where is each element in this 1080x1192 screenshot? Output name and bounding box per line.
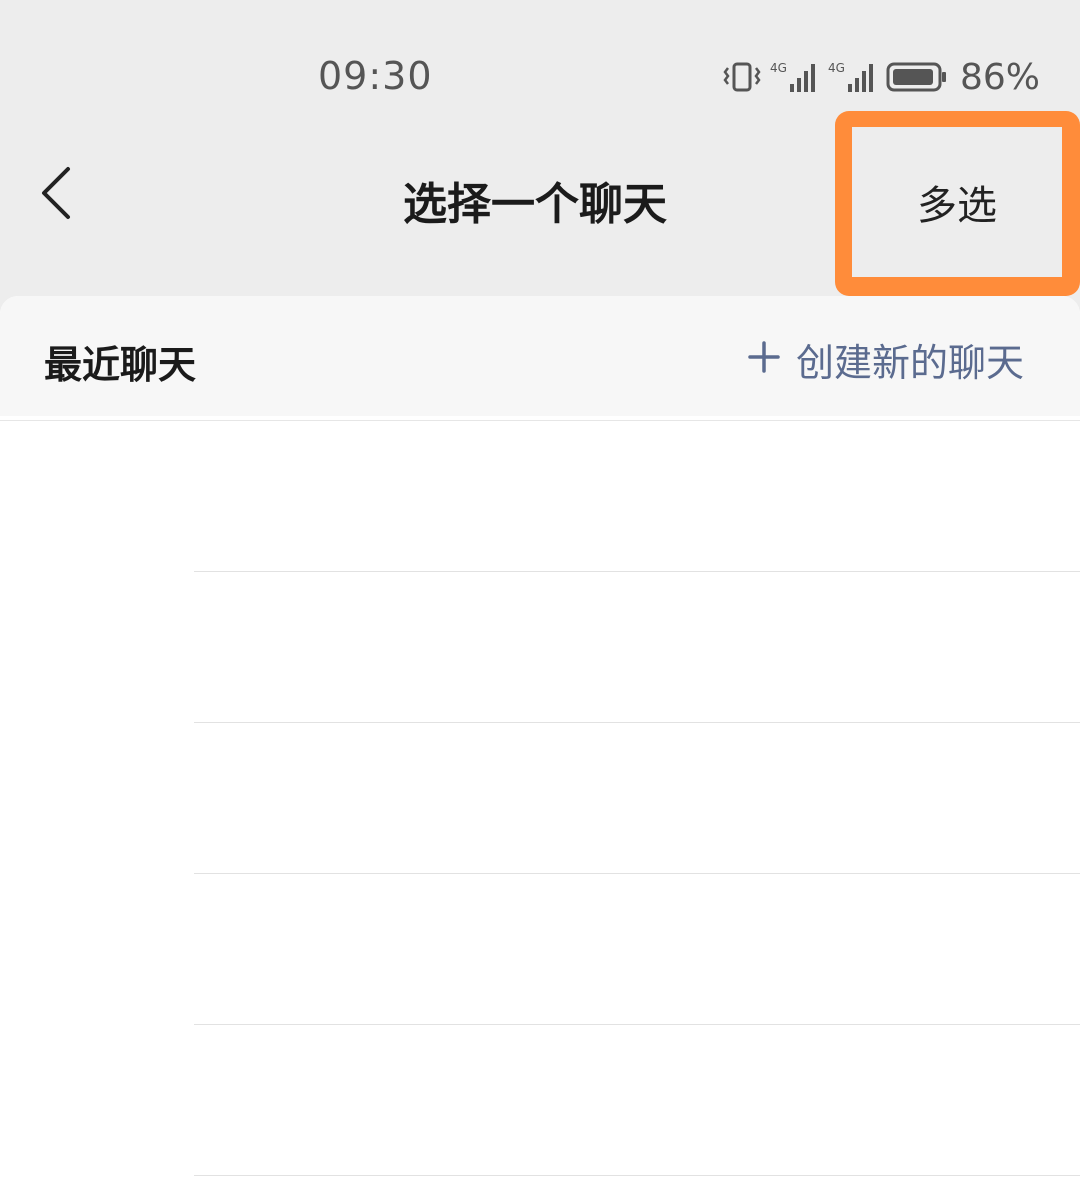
signal-icon: 4G <box>828 60 878 94</box>
chat-list <box>0 420 1080 1176</box>
plus-icon <box>748 338 780 382</box>
status-time: 09:30 <box>318 54 433 98</box>
battery-icon <box>886 61 948 93</box>
multi-select-button[interactable]: 多选 <box>852 127 1062 277</box>
status-icons: 4G 4G 86% <box>722 56 1040 98</box>
battery-percent: 86% <box>959 56 1040 98</box>
list-item[interactable] <box>0 723 1080 874</box>
chat-picker-screen: 09:30 4G 4G 86% 选择一个聊天 多选 最近聊天 创建新的聊天 <box>0 0 1080 1192</box>
list-item[interactable] <box>0 874 1080 1025</box>
create-new-chat-label: 创建新的聊天 <box>795 341 1024 385</box>
list-item[interactable] <box>0 1025 1080 1176</box>
section-header: 最近聊天 创建新的聊天 <box>0 296 1080 416</box>
create-new-chat-button[interactable]: 创建新的聊天 <box>748 332 1024 387</box>
status-bar: 09:30 4G 4G 86% <box>0 0 1080 120</box>
vibrate-icon <box>722 60 762 94</box>
list-item[interactable] <box>0 572 1080 723</box>
signal-icon: 4G <box>770 60 820 94</box>
network-label-2: 4G <box>828 61 845 75</box>
list-item[interactable] <box>0 420 1080 572</box>
chat-list-sheet: 最近聊天 创建新的聊天 <box>0 296 1080 1192</box>
divider <box>194 1175 1080 1176</box>
network-label-1: 4G <box>770 61 787 75</box>
section-title: 最近聊天 <box>44 343 197 387</box>
header-bar: 选择一个聊天 多选 <box>0 111 1080 296</box>
